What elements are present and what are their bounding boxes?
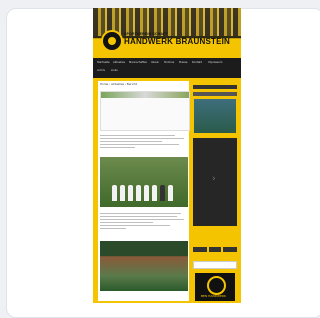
sidebar: › BEN HANDWERK [193, 81, 237, 301]
sidebar-button[interactable] [209, 247, 221, 252]
post-text-2 [100, 211, 188, 229]
post-image-3[interactable] [100, 241, 188, 291]
main-navigation: Startseite Aktuelles Mannschaften Verein… [93, 58, 241, 78]
nav-item[interactable]: Termine [164, 61, 174, 64]
main-content: Home › Aktuelles › Bericht [98, 81, 190, 301]
brand-subtitle: SPORTVEREIN SCHAFT [124, 32, 168, 36]
crest-icon [207, 276, 226, 295]
sidebar-field[interactable] [193, 261, 237, 269]
site-header: SPORTVEREIN SCHAFT HANDWERK BRAUNSTEIN [93, 8, 241, 58]
sidebar-widget: › [193, 138, 237, 226]
sidebar-button[interactable] [193, 247, 207, 252]
sidebar-heading [193, 92, 237, 96]
nav-item[interactable]: Kontakt [192, 61, 202, 64]
post-image-1[interactable] [100, 91, 190, 131]
brand-title: HANDWERK BRAUNSTEIN [124, 37, 231, 46]
nav-item[interactable]: Links [111, 69, 118, 72]
nav-item[interactable]: Impressum [208, 61, 222, 64]
arrow-right-icon[interactable]: › [212, 174, 216, 184]
nav-item[interactable]: Startseite [97, 61, 110, 64]
sidebar-photo[interactable] [194, 99, 236, 133]
nav-item[interactable]: Archiv [97, 69, 105, 72]
nav-item[interactable]: Mannschaften [129, 61, 147, 64]
club-logo-icon[interactable] [101, 30, 123, 52]
sidebar-button[interactable] [223, 247, 237, 252]
nav-item[interactable]: Aktuelles [113, 61, 125, 64]
crest-text: BEN HANDWERK [201, 294, 226, 298]
post-image-2[interactable] [100, 157, 188, 207]
nav-item[interactable]: Verein [151, 61, 159, 64]
club-crest: BEN HANDWERK [195, 273, 235, 301]
sidebar-heading [193, 85, 237, 89]
breadcrumb[interactable]: Home › Aktuelles › Bericht [100, 82, 137, 86]
website-screenshot: SPORTVEREIN SCHAFT HANDWERK BRAUNSTEIN S… [93, 8, 241, 303]
post-text-1 [100, 133, 188, 148]
nav-item[interactable]: Presse [179, 61, 187, 64]
